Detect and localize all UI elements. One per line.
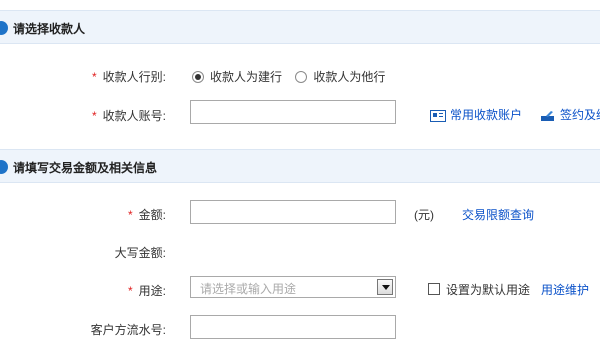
radio-ccb-payee-label[interactable]: 收款人为建行 [210, 70, 282, 84]
section-bullet-icon [0, 21, 8, 35]
radio-ccb-payee[interactable] [192, 70, 204, 83]
radio-other-bank-payee-label[interactable]: 收款人为他行 [313, 70, 385, 84]
limit-query-link[interactable]: 交易限额查询 [462, 206, 534, 223]
required-mark: * [127, 208, 133, 222]
dropdown-arrow-icon[interactable] [377, 279, 393, 295]
uppercase-amount-label: 大写金额: [114, 246, 166, 260]
currency-unit: (元) [414, 208, 434, 222]
required-mark: * [91, 109, 97, 123]
amount-section-title: 请填写交易金额及相关信息 [13, 161, 158, 175]
purpose-placeholder: 请选择或输入用途 [200, 282, 297, 296]
amount-label: * 金额: [127, 208, 166, 222]
payee-section-header: 请选择收款人 [0, 10, 600, 44]
payee-account-label: * 收款人账号: [91, 109, 166, 123]
default-purpose-checkbox[interactable] [428, 283, 440, 295]
sign-icon [541, 110, 554, 121]
serial-number-label: 客户方流水号: [90, 323, 166, 337]
common-accounts-link[interactable]: 常用收款账户 [430, 106, 522, 123]
purpose-label: * 用途: [127, 284, 166, 298]
required-mark: * [127, 284, 133, 298]
required-mark: * [91, 70, 97, 84]
payee-section-title: 请选择收款人 [13, 22, 86, 36]
default-purpose-label[interactable]: 设置为默认用途 [446, 281, 530, 298]
radio-other-bank-payee[interactable] [295, 70, 308, 83]
purpose-maintain-link[interactable]: 用途维护 [541, 281, 589, 298]
purpose-select[interactable]: 请选择或输入用途 [190, 276, 396, 298]
payee-type-label: * 收款人行别: [91, 70, 166, 84]
serial-number-input[interactable] [190, 315, 396, 339]
payee-account-input[interactable] [190, 100, 396, 124]
payee-type-radio-group: 收款人为建行 收款人为他行 [192, 68, 395, 85]
sign-maintain-link[interactable]: 签约及维护 [540, 106, 600, 123]
amount-section-header: 请填写交易金额及相关信息 [0, 149, 600, 183]
address-book-icon [430, 109, 446, 122]
section-bullet-icon [0, 160, 8, 174]
amount-input[interactable] [190, 200, 396, 224]
